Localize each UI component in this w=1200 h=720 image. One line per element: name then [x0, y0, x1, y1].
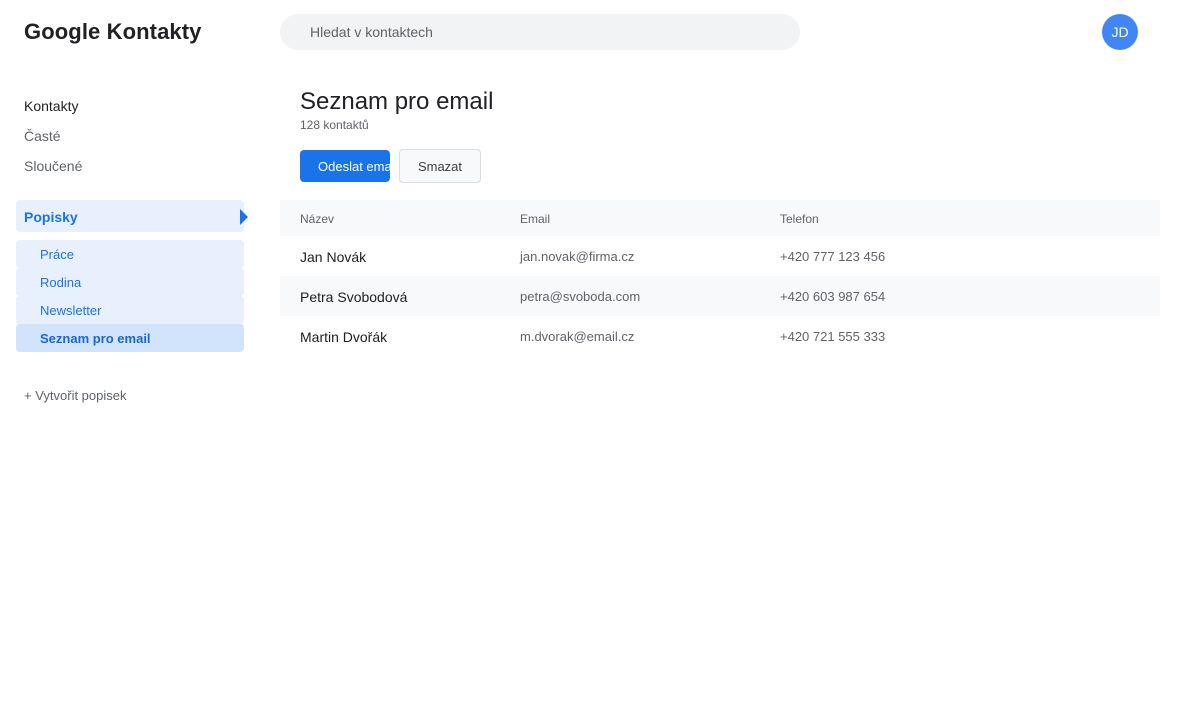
labels-header-label: Popisky: [24, 209, 78, 225]
label-item-prace[interactable]: Práce: [16, 240, 244, 268]
sidebar-item-sloucene[interactable]: Sloučené: [24, 158, 82, 174]
label-item-newsletter[interactable]: Newsletter: [16, 296, 244, 324]
create-label-link[interactable]: + Vytvořit popisek: [24, 388, 126, 403]
table-row[interactable]: Jan Novák jan.novak@firma.cz +420 777 12…: [280, 236, 1160, 276]
column-header-phone[interactable]: Telefon: [780, 200, 819, 238]
search-bar[interactable]: [280, 14, 800, 50]
contact-count: 128 kontaktů: [300, 118, 369, 132]
table-row[interactable]: Petra Svobodová petra@svoboda.com +420 6…: [280, 276, 1160, 316]
send-email-button[interactable]: Odeslat email: [300, 150, 390, 182]
contact-phone: +420 777 123 456: [780, 249, 886, 264]
label-item-seznam-pro-email[interactable]: Seznam pro email: [16, 324, 244, 352]
table-header: Název Email Telefon: [280, 200, 1160, 236]
contact-email: petra@svoboda.com: [520, 289, 641, 304]
labels-section-header[interactable]: Popisky: [16, 200, 248, 232]
contact-name: Petra Svobodová: [300, 289, 408, 305]
contact-phone: +420 721 555 333: [780, 329, 886, 344]
page-title: Seznam pro email: [300, 88, 494, 115]
delete-button[interactable]: Smazat: [399, 149, 481, 183]
contact-name: Martin Dvořák: [300, 329, 388, 345]
sidebar-item-caste[interactable]: Časté: [24, 128, 61, 144]
table-row[interactable]: Martin Dvořák m.dvorak@email.cz +420 721…: [280, 316, 1160, 356]
app-title: Google Kontakty: [24, 19, 202, 44]
sidebar-item-kontakty[interactable]: Kontakty: [24, 98, 78, 114]
contact-phone: +420 603 987 654: [780, 289, 886, 304]
column-header-email[interactable]: Email: [520, 200, 550, 238]
contact-email: jan.novak@firma.cz: [520, 249, 635, 264]
label-item-rodina[interactable]: Rodina: [16, 268, 244, 296]
caret-right-icon: [240, 209, 248, 225]
avatar[interactable]: JD: [1102, 14, 1138, 50]
contact-name: Jan Novák: [300, 249, 367, 265]
search-input[interactable]: [280, 14, 800, 50]
column-header-name[interactable]: Název: [300, 200, 334, 238]
contact-email: m.dvorak@email.cz: [520, 329, 635, 344]
contacts-table: Název Email Telefon Jan Novák jan.novak@…: [280, 200, 1160, 356]
